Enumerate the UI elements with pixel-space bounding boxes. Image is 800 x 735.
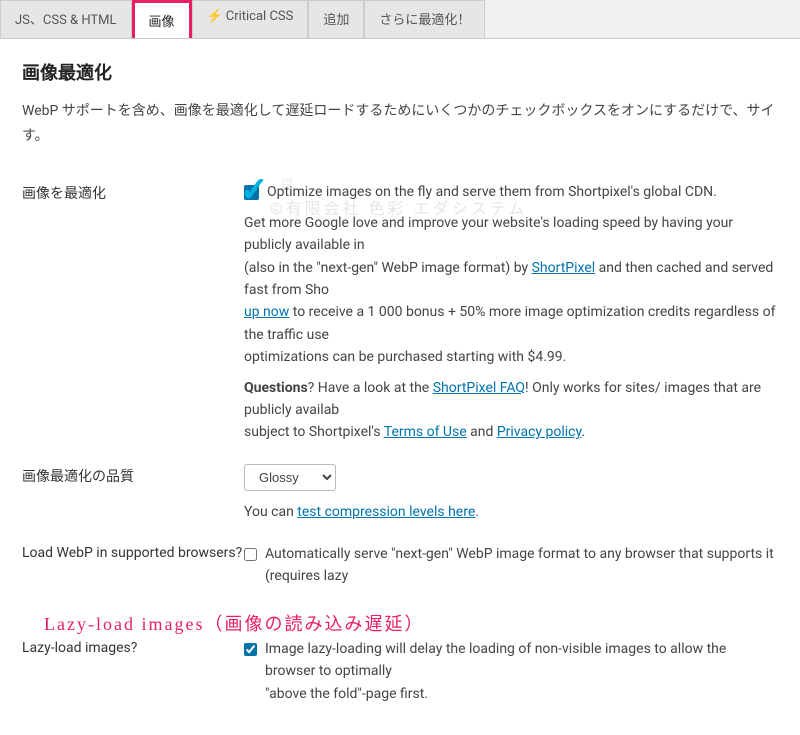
checkbox-lazy-load-label: Image lazy-loading will delay the loadin… [265,638,778,705]
bolt-icon: ⚡ [207,9,223,24]
tab-extra[interactable]: 追加 [308,0,364,38]
link-shortpixel[interactable]: ShortPixel [532,260,596,276]
t: Get more Google love and improve your we… [244,215,733,253]
t: Image lazy-loading will delay the loadin… [265,641,726,679]
quality-hint: You can test compression levels here. [244,501,778,523]
t: and [467,424,497,440]
row-load-webp: Load WebP in supported browsers? Automat… [22,531,778,604]
t: You can [244,504,297,520]
label-optimize-images: 画像を最適化 [22,181,244,443]
t: Questions [244,380,308,396]
tab-optimize-more[interactable]: さらに最適化！ [364,0,485,38]
label-image-quality: 画像最適化の品質 [22,464,244,523]
checkbox-load-webp-label: Automatically serve "next-gen" WebP imag… [265,543,778,588]
checkbox-load-webp[interactable] [244,547,257,562]
tab-critical-css[interactable]: ⚡Critical CSS [192,0,309,38]
label-load-webp: Load WebP in supported browsers? [22,543,244,596]
link-privacy-policy[interactable]: Privacy policy [497,424,582,440]
tab-critical-css-label: Critical CSS [226,9,294,24]
t: (also in the "next-gen" WebP image forma… [244,260,532,276]
t: to receive a 1 000 bonus + 50% more imag… [244,304,775,342]
select-image-quality[interactable]: Glossy [244,464,336,491]
row-lazy-load: Lazy-load images? Image lazy-loading wil… [22,636,778,715]
t: . [581,424,585,440]
section-title: 画像最適化 [22,59,778,85]
link-test-compression[interactable]: test compression levels here [297,504,475,520]
tab-js-css-html[interactable]: JS、CSS & HTML [0,0,132,38]
t: . [475,504,479,520]
checkbox-optimize-images[interactable] [244,185,259,200]
row-image-quality: 画像最適化の品質 Glossy You can test compression… [22,452,778,531]
link-shortpixel-faq[interactable]: ShortPixel FAQ [433,380,525,396]
t: "above the fold"-page first. [265,686,428,702]
label-lazy-load: Lazy-load images? [22,638,244,707]
t: subject to Shortpixel's [244,424,384,440]
settings-content: 画像最適化 WebP サポートを含め、画像を最適化して遅延ロードするためにいくつ… [0,39,800,735]
section-desc: WebP サポートを含め、画像を最適化して遅延ロードするためにいくつかのチェック… [22,99,778,149]
optimize-desc: Get more Google love and improve your we… [244,212,778,369]
tab-images[interactable]: 画像 [132,0,192,38]
link-sign-up-now[interactable]: up now [244,304,289,320]
tab-bar: JS、CSS & HTML 画像 ⚡Critical CSS 追加 さらに最適化… [0,0,800,39]
t: ? Have a look at the [308,380,433,396]
t: optimizations can be purchased starting … [244,349,566,365]
checkbox-lazy-load[interactable] [244,642,257,657]
checkbox-optimize-images-label: Optimize images on the fly and serve the… [267,181,717,203]
link-terms-of-use[interactable]: Terms of Use [384,424,467,440]
annotation-lazy-load: Lazy-load images（画像の読み込み遅延） [44,610,778,636]
optimize-questions: Questions? Have a look at the ShortPixel… [244,377,778,444]
row-optimize-images: 画像を最適化 ✓ Optimize images on the fly and … [22,169,778,451]
